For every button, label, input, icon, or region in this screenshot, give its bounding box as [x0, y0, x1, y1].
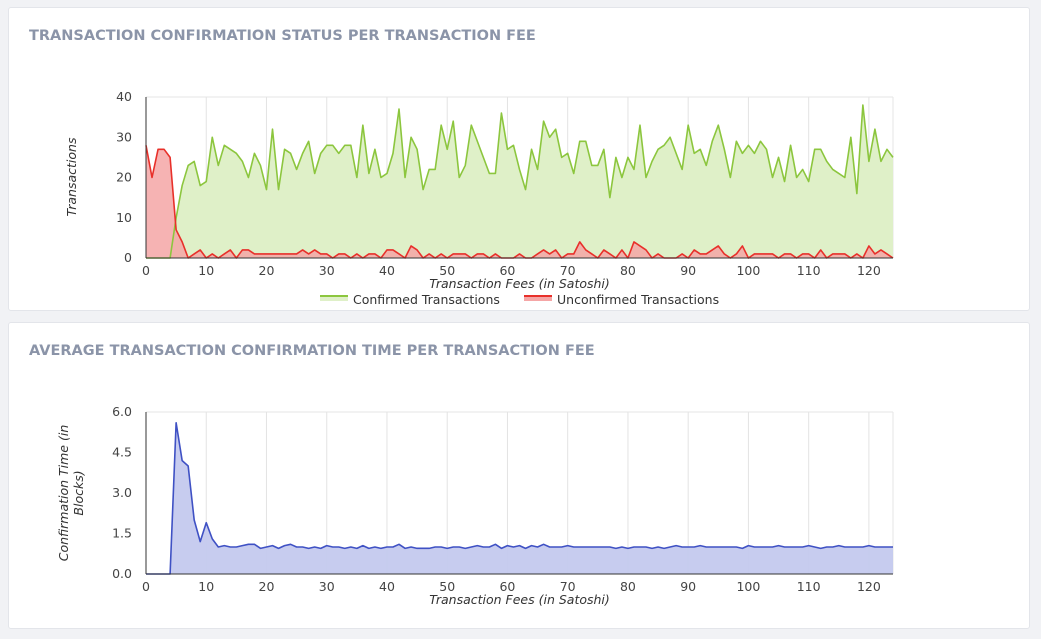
- x-tick-label: 40: [379, 579, 395, 594]
- x-tick-label: 120: [857, 579, 881, 594]
- y-axis-title-line-2: Blocks): [71, 470, 86, 515]
- x-tick-label: 30: [319, 579, 335, 594]
- y-tick-label: 3.0: [112, 485, 132, 500]
- confirmation-time-chart: 0 10 20 30 40 50 60 70 80 90 100 110 1200.01.53.04.5…: [56, 404, 894, 607]
- x-tick-label: 90: [680, 579, 696, 594]
- x-axis-title: Transaction Fees (in Satoshi): [429, 592, 610, 607]
- confirmation-time-series-area: [146, 422, 893, 574]
- x-tick-label: 10: [198, 579, 214, 594]
- x-tick-label: 100: [736, 579, 760, 594]
- y-tick-label: 6.0: [112, 404, 132, 419]
- y-tick-label: 4.5: [112, 445, 132, 460]
- x-tick-label: 20: [259, 579, 275, 594]
- x-tick-label: 80: [620, 579, 636, 594]
- y-axis-title-line-1: Confirmation Time (in: [56, 425, 71, 562]
- x-tick-label: 110: [797, 579, 821, 594]
- y-tick-label: 1.5: [112, 526, 132, 541]
- x-tick-label: 0: [142, 579, 150, 594]
- y-axis-title: Confirmation Time (inBlocks): [56, 425, 86, 562]
- y-tick-label: 0.0: [112, 566, 132, 581]
